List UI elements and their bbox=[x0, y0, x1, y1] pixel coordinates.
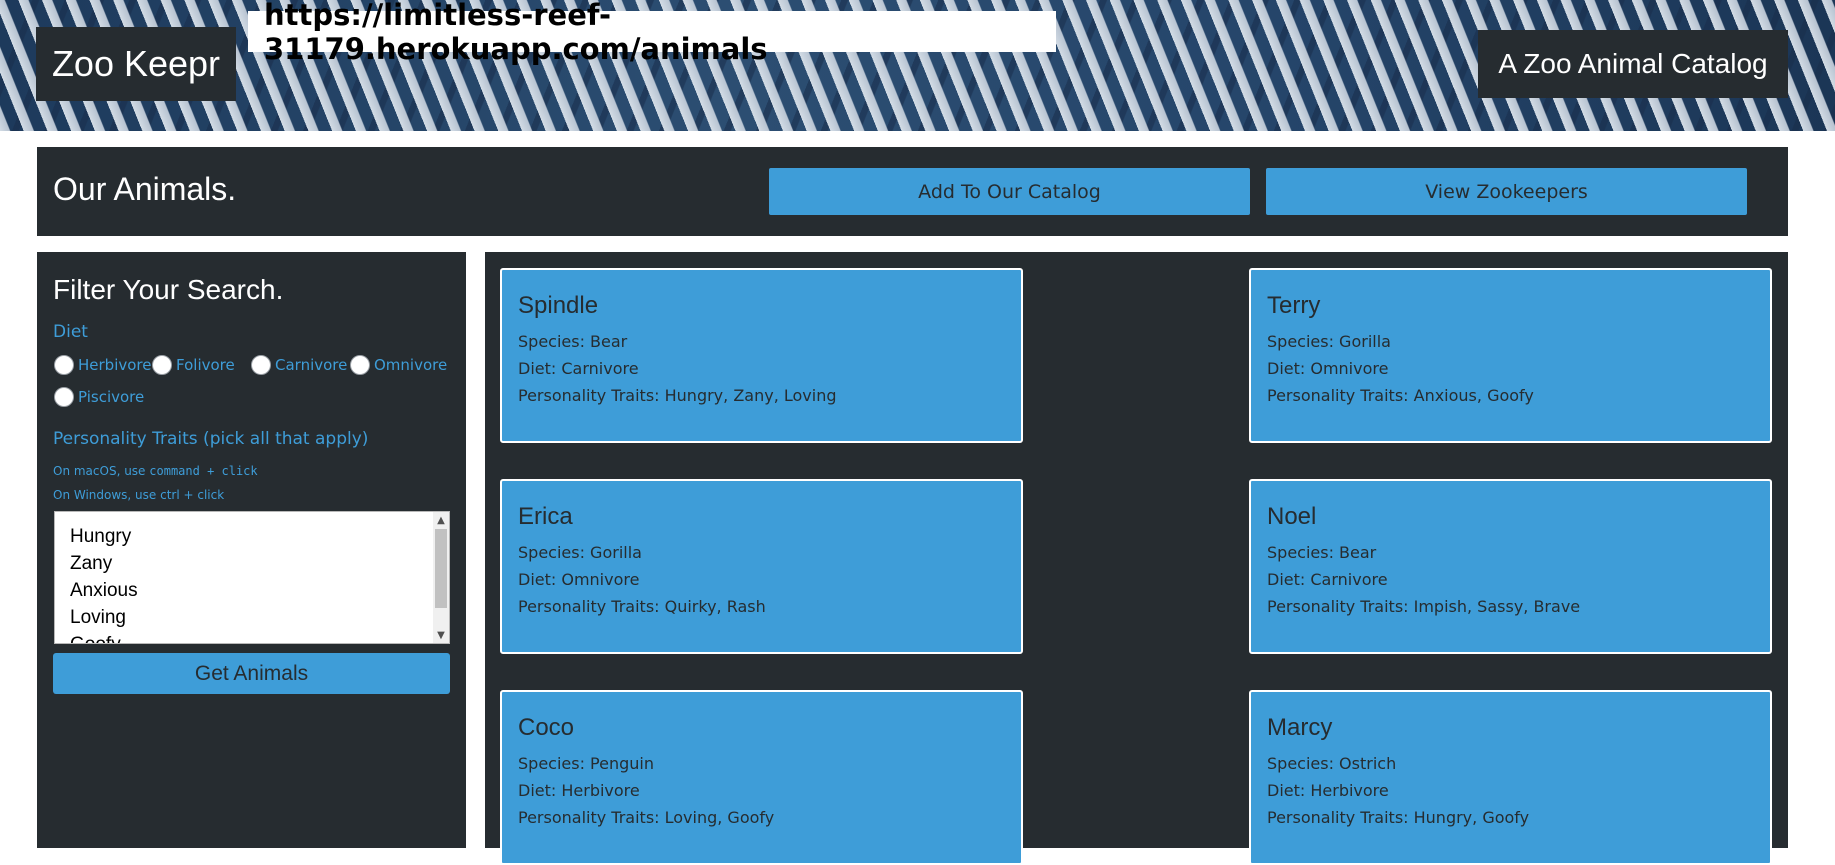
animal-card: Erica Species: Gorilla Diet: Omnivore Pe… bbox=[500, 479, 1023, 654]
site-tagline: A Zoo Animal Catalog bbox=[1478, 30, 1788, 98]
mac-hint-code: command + click bbox=[149, 464, 258, 478]
animal-species: Species: Ostrich bbox=[1267, 754, 1397, 773]
radio-button[interactable] bbox=[251, 355, 271, 375]
site-logo[interactable]: Zoo Keepr bbox=[36, 27, 236, 101]
animal-card: Spindle Species: Bear Diet: Carnivore Pe… bbox=[500, 268, 1023, 443]
animal-traits: Personality Traits: Loving, Goofy bbox=[518, 808, 775, 827]
trait-option[interactable]: Loving bbox=[70, 607, 126, 629]
radio-label: Carnivore bbox=[275, 356, 348, 374]
radio-button[interactable] bbox=[54, 387, 74, 407]
diet-radio-herbivore[interactable]: Herbivore bbox=[54, 355, 151, 375]
diet-radio-piscivore[interactable]: Piscivore bbox=[54, 387, 144, 407]
animal-species: Species: Gorilla bbox=[1267, 332, 1391, 351]
get-animals-button[interactable]: Get Animals bbox=[53, 653, 450, 694]
scrollbar-thumb[interactable] bbox=[435, 529, 447, 608]
animal-card: Terry Species: Gorilla Diet: Omnivore Pe… bbox=[1249, 268, 1772, 443]
diet-radio-carnivore[interactable]: Carnivore bbox=[251, 355, 347, 375]
animal-name: Terry bbox=[1267, 292, 1321, 319]
animal-traits: Personality Traits: Anxious, Goofy bbox=[1267, 386, 1534, 405]
animal-results: Spindle Species: Bear Diet: Carnivore Pe… bbox=[485, 252, 1788, 865]
mac-hint: On macOS, use command + click bbox=[53, 464, 258, 478]
radio-button[interactable] bbox=[350, 355, 370, 375]
scroll-up-icon[interactable]: ▲ bbox=[433, 512, 449, 528]
animal-traits: Personality Traits: Quirky, Rash bbox=[518, 597, 766, 616]
windows-hint: On Windows, use ctrl + click bbox=[53, 488, 225, 502]
animal-diet: Diet: Herbivore bbox=[518, 781, 640, 800]
animal-name: Noel bbox=[1267, 503, 1317, 530]
radio-label: Herbivore bbox=[78, 356, 152, 374]
animal-traits: Personality Traits: Hungry, Zany, Loving bbox=[518, 386, 837, 405]
animal-diet: Diet: Omnivore bbox=[1267, 359, 1389, 378]
listbox-scrollbar[interactable]: ▲ ▼ bbox=[433, 512, 449, 643]
header-banner: Zoo Keepr https://limitless-reef-31179.h… bbox=[0, 0, 1835, 131]
radio-button[interactable] bbox=[152, 355, 172, 375]
animal-card: Marcy Species: Ostrich Diet: Herbivore P… bbox=[1249, 690, 1772, 865]
traits-label: Personality Traits (pick all that apply) bbox=[53, 429, 369, 449]
url-caption: https://limitless-reef-31179.herokuapp.c… bbox=[248, 0, 1056, 66]
trait-option[interactable]: Hungry bbox=[70, 526, 131, 548]
page-title: Our Animals. bbox=[53, 171, 237, 207]
radio-button[interactable] bbox=[54, 355, 74, 375]
diet-label: Diet bbox=[53, 322, 88, 342]
diet-radio-omnivore[interactable]: Omnivore bbox=[350, 355, 447, 375]
radio-label: Omnivore bbox=[374, 356, 448, 374]
animal-traits: Personality Traits: Hungry, Goofy bbox=[1267, 808, 1530, 827]
view-zookeepers-button[interactable]: View Zookeepers bbox=[1266, 168, 1747, 215]
animal-name: Spindle bbox=[518, 292, 599, 319]
radio-label: Piscivore bbox=[78, 388, 145, 406]
animal-diet: Diet: Herbivore bbox=[1267, 781, 1389, 800]
trait-option[interactable]: Anxious bbox=[70, 580, 138, 602]
diet-radio-folivore[interactable]: Folivore bbox=[152, 355, 235, 375]
animal-name: Erica bbox=[518, 503, 573, 530]
filter-title: Filter Your Search. bbox=[53, 274, 284, 305]
radio-label: Folivore bbox=[176, 356, 235, 374]
page-title-bar: Our Animals. Add To Our Catalog View Zoo… bbox=[37, 147, 1788, 236]
animal-card: Noel Species: Bear Diet: Carnivore Perso… bbox=[1249, 479, 1772, 654]
mac-hint-text: On macOS, use bbox=[53, 464, 150, 478]
trait-option[interactable]: Goofy bbox=[70, 634, 121, 643]
animal-diet: Diet: Carnivore bbox=[1267, 570, 1388, 589]
animal-species: Species: Bear bbox=[518, 332, 628, 351]
trait-option[interactable]: Zany bbox=[70, 553, 112, 575]
animal-traits: Personality Traits: Impish, Sassy, Brave bbox=[1267, 597, 1581, 616]
animal-species: Species: Gorilla bbox=[518, 543, 642, 562]
animal-species: Species: Bear bbox=[1267, 543, 1377, 562]
animal-name: Marcy bbox=[1267, 714, 1333, 741]
animal-species: Species: Penguin bbox=[518, 754, 654, 773]
add-to-catalog-button[interactable]: Add To Our Catalog bbox=[769, 168, 1250, 215]
animal-diet: Diet: Carnivore bbox=[518, 359, 639, 378]
scroll-down-icon[interactable]: ▼ bbox=[433, 627, 449, 643]
filter-sidebar: Filter Your Search. Diet Herbivore Foliv… bbox=[37, 252, 466, 848]
animal-card: Coco Species: Penguin Diet: Herbivore Pe… bbox=[500, 690, 1023, 865]
animal-name: Coco bbox=[518, 714, 575, 741]
traits-multiselect[interactable]: Hungry Zany Anxious Loving Goofy ▲ ▼ bbox=[54, 511, 450, 644]
animal-diet: Diet: Omnivore bbox=[518, 570, 640, 589]
